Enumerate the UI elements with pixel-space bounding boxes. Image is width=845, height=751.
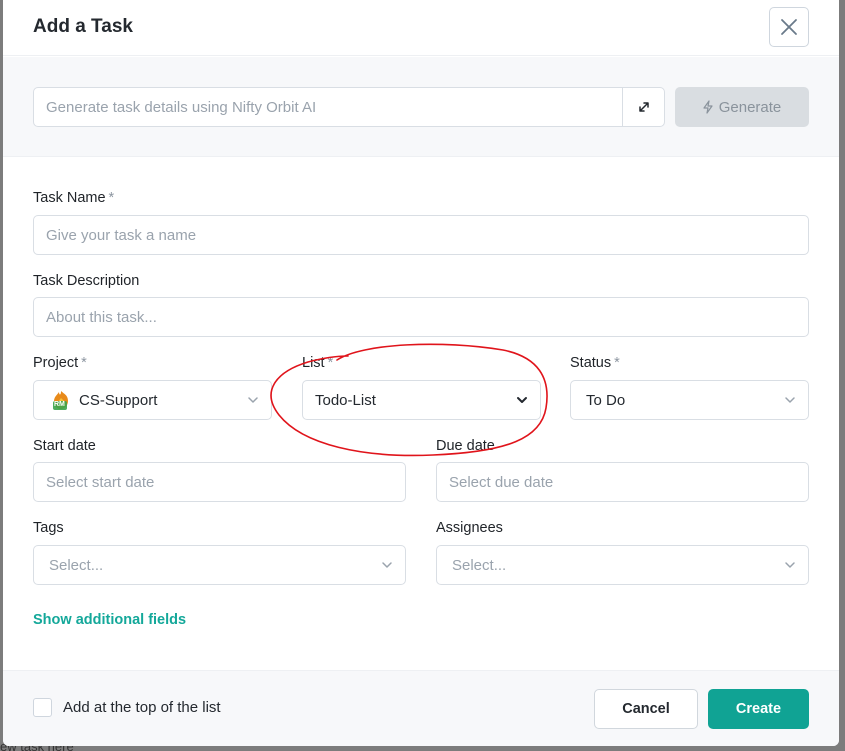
- create-button[interactable]: Create: [708, 689, 809, 729]
- add-top-checkbox[interactable]: [33, 698, 52, 717]
- modal-footer: Add at the top of the list Cancel Create: [3, 670, 839, 746]
- project-avatar: RM: [51, 389, 71, 411]
- start-date-input[interactable]: Select start date: [33, 462, 406, 502]
- chevron-down-icon: [248, 397, 258, 403]
- list-label-text: List: [302, 355, 325, 371]
- status-label-text: Status: [570, 355, 612, 371]
- project-label: Project *: [33, 355, 87, 371]
- ai-prompt-input[interactable]: [34, 88, 622, 126]
- list-label: List *: [302, 355, 333, 371]
- expand-button[interactable]: [622, 88, 664, 126]
- start-date-placeholder: Select start date: [46, 473, 155, 491]
- list-select[interactable]: Todo-List: [302, 380, 541, 420]
- assignees-label: Assignees: [436, 520, 503, 536]
- chevron-down-icon: [785, 397, 795, 403]
- add-task-modal: Add a Task Generate Task Name* Give y: [3, 0, 839, 746]
- add-top-label: Add at the top of the list: [63, 699, 221, 716]
- lightning-icon: [703, 100, 713, 114]
- generate-button[interactable]: Generate: [675, 87, 809, 127]
- assignees-placeholder: Select...: [452, 556, 507, 574]
- tags-select[interactable]: Select...: [33, 545, 406, 585]
- close-button[interactable]: [769, 7, 809, 47]
- task-name-label-text: Task Name: [33, 190, 106, 206]
- cancel-button[interactable]: Cancel: [594, 689, 698, 729]
- required-mark: *: [614, 355, 620, 371]
- status-label: Status *: [570, 355, 620, 371]
- modal-header: Add a Task: [3, 0, 839, 56]
- task-description-placeholder: About this task...: [46, 308, 157, 326]
- close-icon: [781, 19, 797, 35]
- due-date-input[interactable]: Select due date: [436, 462, 809, 502]
- tags-label: Tags: [33, 520, 64, 536]
- project-label-text: Project: [33, 355, 79, 371]
- generate-label: Generate: [718, 98, 782, 116]
- required-mark: *: [108, 190, 115, 206]
- task-name-input[interactable]: Give your task a name: [33, 215, 809, 255]
- ai-input-wrapper: [33, 87, 665, 127]
- task-description-label: Task Description: [33, 273, 140, 289]
- tags-placeholder: Select...: [49, 556, 104, 574]
- start-date-label: Start date: [33, 438, 96, 454]
- status-value: To Do: [586, 391, 626, 409]
- due-date-placeholder: Select due date: [449, 473, 554, 491]
- task-description-input[interactable]: About this task...: [33, 297, 809, 337]
- required-mark: *: [327, 355, 334, 371]
- project-avatar-initials: RM: [54, 401, 65, 408]
- show-additional-fields-link[interactable]: Show additional fields: [33, 612, 186, 628]
- chevron-down-icon: [517, 397, 527, 403]
- project-value: CS-Support: [79, 391, 158, 409]
- task-name-placeholder: Give your task a name: [46, 226, 197, 244]
- required-mark: *: [81, 355, 87, 371]
- project-select[interactable]: RM CS-Support: [33, 380, 272, 420]
- task-name-label: Task Name *: [33, 190, 114, 206]
- expand-icon: [638, 102, 649, 112]
- ai-generate-section: Generate: [3, 57, 839, 157]
- assignees-select[interactable]: Select...: [436, 545, 809, 585]
- due-date-label: Due date: [436, 438, 495, 454]
- modal-title: Add a Task: [33, 16, 133, 37]
- list-value: Todo-List: [315, 391, 376, 409]
- chevron-down-icon: [382, 562, 392, 568]
- status-select[interactable]: To Do: [570, 380, 809, 420]
- chevron-down-icon: [785, 562, 795, 568]
